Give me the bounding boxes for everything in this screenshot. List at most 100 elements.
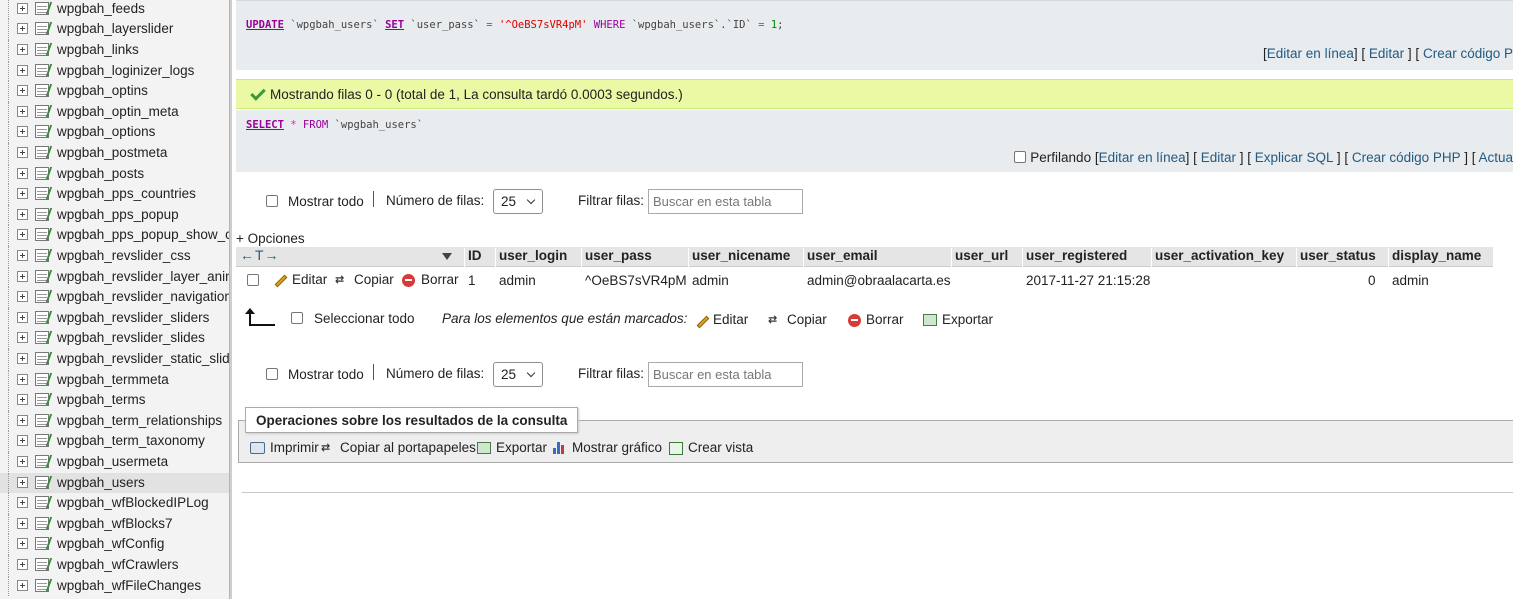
- sidebar-table-label[interactable]: wpgbah_layerslider: [57, 21, 173, 36]
- expand-icon[interactable]: [17, 558, 28, 570]
- table-structure-icon[interactable]: [35, 496, 49, 510]
- sidebar-table-item[interactable]: wpgbah_revslider_layer_anim: [0, 266, 229, 288]
- table-structure-icon[interactable]: [35, 351, 49, 365]
- table-structure-icon[interactable]: [35, 42, 49, 56]
- options-link[interactable]: + Opciones: [236, 231, 305, 246]
- bulk-delete-button[interactable]: Borrar: [866, 312, 904, 327]
- sidebar-table-label[interactable]: wpgbah_optin_meta: [57, 104, 179, 119]
- row-edit-link[interactable]: Editar: [292, 272, 327, 287]
- sidebar-table-label[interactable]: wpgbah_revslider_css: [57, 248, 191, 263]
- expand-icon[interactable]: [17, 435, 28, 447]
- table-structure-icon[interactable]: [35, 393, 49, 407]
- select-all-link[interactable]: Seleccionar todo: [314, 311, 415, 326]
- expand-icon[interactable]: [17, 105, 28, 117]
- table-structure-icon[interactable]: [35, 578, 49, 592]
- column-header-id[interactable]: ID: [464, 248, 495, 267]
- sidebar-table-label[interactable]: wpgbah_posts: [57, 166, 144, 181]
- sidebar-table-item[interactable]: wpgbah_wfCrawlers: [0, 554, 229, 576]
- sidebar-table-label[interactable]: wpgbah_links: [57, 42, 139, 57]
- explain-sql-link[interactable]: Explicar SQL: [1255, 150, 1333, 165]
- table-structure-icon[interactable]: [35, 557, 49, 571]
- filter-rows-input[interactable]: [649, 190, 802, 213]
- sidebar-table-item[interactable]: wpgbah_revslider_css: [0, 245, 229, 267]
- export-icon[interactable]: [923, 314, 937, 326]
- sidebar-table-item[interactable]: wpgbah_term_relationships: [0, 410, 229, 432]
- expand-icon[interactable]: [17, 23, 28, 35]
- table-structure-icon[interactable]: [35, 1, 49, 15]
- sidebar-table-label[interactable]: wpgbah_term_relationships: [57, 413, 222, 428]
- expand-icon[interactable]: [17, 332, 28, 344]
- table-structure-icon[interactable]: [35, 145, 49, 159]
- bulk-copy-button[interactable]: Copiar: [787, 312, 827, 327]
- sidebar-table-label[interactable]: wpgbah_wfFileChanges: [57, 578, 201, 593]
- table-structure-icon[interactable]: [35, 22, 49, 36]
- sidebar-table-label[interactable]: wpgbah_revslider_static_slide: [57, 351, 229, 366]
- expand-icon[interactable]: [17, 167, 28, 179]
- sidebar-table-item[interactable]: wpgbah_wfBlocks7: [0, 513, 229, 535]
- sidebar-table-label[interactable]: wpgbah_wfCrawlers: [57, 557, 179, 572]
- expand-icon[interactable]: [17, 373, 28, 385]
- table-structure-icon[interactable]: [35, 413, 49, 427]
- sidebar-resizer[interactable]: [229, 0, 232, 599]
- expand-icon[interactable]: [17, 476, 28, 488]
- table-structure-icon[interactable]: [35, 310, 49, 324]
- sort-triangle-icon[interactable]: [442, 253, 452, 260]
- table-structure-icon[interactable]: [35, 63, 49, 77]
- copy-icon[interactable]: ⇄: [335, 273, 349, 287]
- edit-inline-link[interactable]: Editar en línea: [1099, 150, 1186, 165]
- sidebar-table-item[interactable]: wpgbah_term_taxonomy: [0, 431, 229, 452]
- show-all-checkbox[interactable]: [266, 195, 278, 207]
- expand-icon[interactable]: [17, 229, 28, 241]
- column-header-user-email[interactable]: user_email: [803, 248, 951, 267]
- sidebar-table-item[interactable]: wpgbah_wfConfig: [0, 534, 229, 555]
- profiling-checkbox[interactable]: [1014, 151, 1027, 163]
- sidebar-table-item[interactable]: wpgbah_termmeta: [0, 369, 229, 391]
- sidebar-table-label[interactable]: wpgbah_term_taxonomy: [57, 433, 205, 448]
- pencil-icon[interactable]: [696, 315, 710, 329]
- sidebar-table-item[interactable]: wpgbah_posts: [0, 163, 229, 185]
- sidebar-table-label[interactable]: wpgbah_options: [57, 124, 155, 139]
- table-cell[interactable]: 2017-11-27 21:15:28: [1026, 273, 1150, 288]
- table-cell[interactable]: 1: [468, 273, 476, 288]
- sidebar-table-item[interactable]: wpgbah_optin_meta: [0, 101, 229, 123]
- sidebar-table-label[interactable]: wpgbah_wfBlockedIPLog: [57, 495, 209, 510]
- table-structure-icon[interactable]: [35, 372, 49, 386]
- display-chart-link[interactable]: Mostrar gráfico: [572, 440, 662, 455]
- expand-icon[interactable]: [17, 146, 28, 158]
- copy-icon[interactable]: ⇄: [768, 313, 782, 327]
- print-link[interactable]: Imprimir: [270, 440, 319, 455]
- table-structure-icon[interactable]: [35, 516, 49, 530]
- table-structure-icon[interactable]: [35, 84, 49, 98]
- expand-icon[interactable]: [17, 208, 28, 220]
- table-cell[interactable]: 0: [1368, 273, 1376, 288]
- column-header-user-nicename[interactable]: user_nicename: [688, 248, 803, 267]
- column-header-user-activation-key[interactable]: user_activation_key: [1151, 248, 1296, 267]
- expand-icon[interactable]: [17, 394, 28, 406]
- chart-icon[interactable]: [553, 441, 567, 454]
- refresh-link[interactable]: Actua: [1478, 150, 1513, 165]
- sidebar-table-item[interactable]: wpgbah_optins: [0, 81, 229, 102]
- sidebar-table-item[interactable]: wpgbah_terms: [0, 390, 229, 411]
- print-icon[interactable]: [250, 442, 265, 454]
- expand-icon[interactable]: [17, 414, 28, 426]
- copy-icon[interactable]: ⇄: [321, 441, 335, 455]
- table-cell[interactable]: admin: [1392, 273, 1429, 288]
- sidebar-table-label[interactable]: wpgbah_pps_countries: [57, 186, 196, 201]
- sidebar-table-label[interactable]: wpgbah_wfBlocks7: [57, 516, 173, 531]
- column-header-user-pass[interactable]: user_pass: [581, 248, 688, 267]
- sidebar-table-item[interactable]: wpgbah_revslider_sliders: [0, 307, 229, 329]
- expand-icon[interactable]: [17, 270, 28, 282]
- sidebar-table-item[interactable]: wpgbah_wfFileChanges: [0, 575, 229, 597]
- expand-icon[interactable]: [17, 352, 28, 364]
- table-structure-icon[interactable]: [35, 125, 49, 139]
- column-header-user-login[interactable]: user_login: [495, 248, 581, 267]
- create-view-icon[interactable]: [669, 442, 683, 455]
- rows-per-page-select[interactable]: 25: [493, 189, 543, 214]
- table-structure-icon[interactable]: [35, 331, 49, 345]
- sidebar-table-item[interactable]: wpgbah_feeds: [0, 0, 229, 20]
- sidebar-table-label[interactable]: wpgbah_feeds: [57, 1, 145, 16]
- sidebar-table-label[interactable]: wpgbah_optins: [57, 83, 148, 98]
- sidebar-table-label[interactable]: wpgbah_revslider_sliders: [57, 310, 209, 325]
- table-cell[interactable]: ^OeBS7sVR4pM: [585, 273, 687, 288]
- filter-rows-input[interactable]: [649, 363, 802, 386]
